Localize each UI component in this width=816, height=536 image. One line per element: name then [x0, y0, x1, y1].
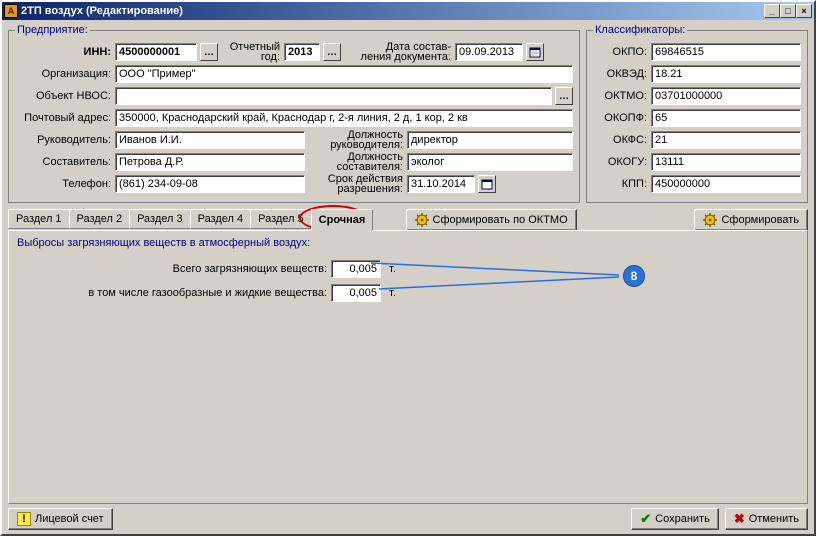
tab-section-5[interactable]: Раздел 5 [250, 209, 312, 229]
nvos-input[interactable] [115, 87, 552, 105]
total-label: Всего загрязняющих веществ: [17, 263, 327, 275]
tabs: Раздел 1 Раздел 2 Раздел 3 Раздел 4 Разд… [8, 209, 372, 231]
cross-icon: ✖ [734, 511, 745, 527]
app-icon: А [4, 4, 18, 18]
compiler-pos-input[interactable] [407, 153, 573, 171]
head-pos-label-l2: руководителя: [330, 139, 403, 151]
save-button[interactable]: ✔ Сохранить [631, 508, 719, 530]
check-icon: ✔ [640, 511, 651, 527]
warning-icon: ! [17, 512, 31, 526]
compiler-pos-label-l2: составителя: [337, 161, 403, 173]
app-window: А 2ТП воздух (Редактирование) _ □ × Пред… [0, 0, 816, 536]
tab-section-4[interactable]: Раздел 4 [190, 209, 252, 229]
okfs-input[interactable] [651, 131, 801, 149]
form-button[interactable]: Сформировать [694, 209, 808, 231]
minimize-button[interactable]: _ [764, 4, 780, 18]
report-year-pick-button[interactable]: … [323, 43, 341, 61]
cancel-button[interactable]: ✖ Отменить [725, 508, 808, 530]
doc-date-calendar-button[interactable] [526, 43, 544, 61]
form-by-oktmo-label: Сформировать по ОКТМО [433, 214, 568, 226]
phone-label: Телефон: [15, 178, 111, 190]
okfs-label: ОКФС: [593, 134, 647, 146]
gasliq-input[interactable] [331, 284, 381, 302]
permit-label-l2: разрешения: [337, 183, 403, 195]
postaddr-label: Почтовый адрес: [15, 112, 111, 124]
titlebar: А 2ТП воздух (Редактирование) _ □ × [2, 2, 814, 20]
doc-date-input[interactable] [455, 43, 523, 61]
compiler-input[interactable] [115, 153, 305, 171]
oktmo-input[interactable] [651, 87, 801, 105]
head-input[interactable] [115, 131, 305, 149]
gear-icon [703, 213, 717, 227]
head-label: Руководитель: [15, 134, 111, 146]
okopf-input[interactable] [651, 109, 801, 127]
cancel-label: Отменить [749, 513, 799, 525]
tab-section-3[interactable]: Раздел 3 [129, 209, 191, 229]
postaddr-input[interactable] [115, 109, 573, 127]
form-label: Сформировать [721, 214, 799, 226]
tab-urgent[interactable]: Срочная [311, 209, 374, 231]
save-label: Сохранить [655, 513, 710, 525]
okogu-input[interactable] [651, 153, 801, 171]
head-pos-input[interactable] [407, 131, 573, 149]
tab-section-2[interactable]: Раздел 2 [69, 209, 131, 229]
tab-section-1[interactable]: Раздел 1 [8, 209, 70, 229]
report-year-label-l2: год: [261, 51, 280, 63]
doc-date-label-l2: ления документа: [361, 51, 451, 63]
enterprise-legend: Предприятие: [15, 24, 90, 36]
account-label: Лицевой счет [35, 513, 104, 525]
inn-pick-button[interactable]: … [200, 43, 218, 61]
permit-date-input[interactable] [407, 175, 475, 193]
kpp-input[interactable] [651, 175, 801, 193]
report-year-input[interactable] [284, 43, 320, 61]
phone-input[interactable] [115, 175, 305, 193]
compiler-label: Составитель: [15, 156, 111, 168]
enterprise-group: Предприятие: ИНН: … Отчетный год: … Дата… [8, 24, 580, 203]
gasliq-label: в том числе газообразные и жидкие вещест… [17, 287, 327, 299]
account-button[interactable]: ! Лицевой счет [8, 508, 113, 530]
total-input[interactable] [331, 260, 381, 278]
oktmo-label: ОКТМО: [593, 90, 647, 102]
kpp-label: КПП: [593, 178, 647, 190]
maximize-button[interactable]: □ [780, 4, 796, 18]
form-by-oktmo-button[interactable]: Сформировать по ОКТМО [406, 209, 577, 231]
nvos-pick-button[interactable]: … [555, 87, 573, 105]
window-title: 2ТП воздух (Редактирование) [21, 5, 764, 17]
okogu-label: ОКОГУ: [593, 156, 647, 168]
unit-t-2: т. [389, 287, 396, 299]
unit-t-1: т. [389, 263, 396, 275]
nvos-label: Объект НВОС: [15, 90, 111, 102]
tab-page-urgent: Выбросы загрязняющих веществ в атмосферн… [8, 230, 808, 504]
inn-input[interactable] [115, 43, 197, 61]
classifiers-legend: Классификаторы: [593, 24, 687, 36]
okved-input[interactable] [651, 65, 801, 83]
okved-label: ОКВЭД: [593, 68, 647, 80]
permit-date-calendar-button[interactable] [478, 175, 496, 193]
okopf-label: ОКОПФ: [593, 112, 647, 124]
close-button[interactable]: × [796, 4, 812, 18]
classifiers-group: Классификаторы: ОКПО: ОКВЭД: ОКТМО: ОКОП… [586, 24, 808, 203]
inn-label: ИНН: [15, 46, 111, 58]
gear-icon [415, 213, 429, 227]
okpo-label: ОКПО: [593, 46, 647, 58]
org-input[interactable] [115, 65, 573, 83]
page-legend: Выбросы загрязняющих веществ в атмосферн… [17, 237, 799, 249]
org-label: Организация: [15, 68, 111, 80]
okpo-input[interactable] [651, 43, 801, 61]
